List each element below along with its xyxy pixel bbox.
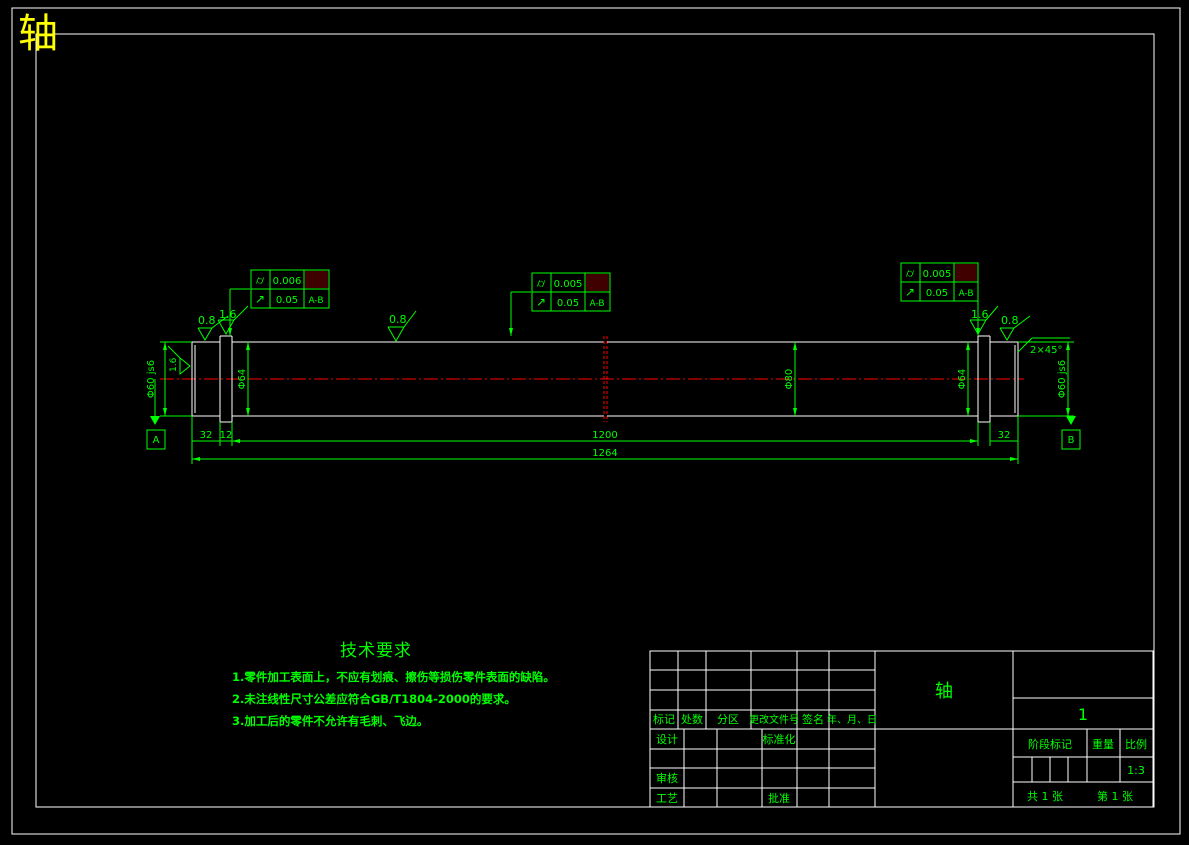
svg-text:1:3: 1:3 [1127, 764, 1145, 777]
svg-text:0.006: 0.006 [273, 276, 302, 287]
tech-req-item: 2.未注线性尺寸公差应符合GB/T1804-2000的要求。 [232, 692, 516, 706]
title-block-text: 标记 处数 分区 更改文件号 签名 年、月、日 设计 标准化 审核 工艺 批准 … [653, 712, 1147, 805]
gdt-frame-middle: ⌭ ↗ 0.005 0.05 A-B [531, 272, 611, 312]
part-name: 轴 [935, 681, 953, 702]
tech-req-item: 1.零件加工表面上，不应有划痕、擦伤等损伤零件表面的缺陷。 [232, 670, 555, 684]
svg-text:Φ60 js6: Φ60 js6 [1057, 360, 1068, 398]
svg-text:A-B: A-B [589, 299, 604, 309]
svg-text:0.05: 0.05 [557, 298, 579, 309]
svg-text:1264: 1264 [592, 448, 617, 459]
title-block [649, 650, 1154, 808]
svg-text:A: A [153, 435, 160, 446]
svg-text:阶段标记: 阶段标记 [1028, 737, 1072, 751]
datum-box-b: B [1061, 429, 1081, 450]
svg-text:Φ60 js6: Φ60 js6 [146, 360, 157, 398]
svg-text:0.005: 0.005 [923, 269, 952, 280]
datum-b-triangle [1066, 416, 1076, 425]
datum-a-triangle [150, 416, 160, 425]
svg-text:1.6: 1.6 [219, 308, 237, 321]
svg-text:0.8: 0.8 [198, 314, 216, 327]
outer-border [11, 7, 1181, 835]
tech-req-item: 3.加工后的零件不允许有毛刺、飞边。 [232, 714, 429, 728]
svg-text:签名: 签名 [802, 712, 824, 726]
runout-icon: ↗ [905, 285, 915, 299]
svg-text:1200: 1200 [592, 430, 617, 441]
page-title: 轴 [18, 11, 58, 57]
gdt-frame-left: ⌭ ↗ 0.006 0.05 A-B [250, 269, 330, 309]
svg-text:处数: 处数 [681, 713, 703, 726]
drawing-number: 1 [1078, 705, 1088, 724]
svg-text:0.8: 0.8 [389, 313, 407, 326]
svg-text:32: 32 [200, 430, 213, 441]
svg-text:12: 12 [220, 430, 233, 441]
roughness-labels: 0.8 1.6 0.8 1.6 0.8 1.6 [169, 308, 1019, 372]
svg-text:分区: 分区 [717, 713, 739, 726]
svg-text:年、月、日: 年、月、日 [827, 713, 877, 726]
svg-text:重量: 重量 [1092, 737, 1114, 751]
svg-text:1.6: 1.6 [169, 357, 179, 372]
svg-text:Φ80: Φ80 [784, 369, 795, 390]
datum-box-a: A [146, 429, 166, 450]
svg-text:0.8: 0.8 [1001, 314, 1019, 327]
svg-text:标准化: 标准化 [763, 732, 796, 746]
svg-text:批准: 批准 [768, 791, 790, 805]
runout-icon: ↗ [536, 295, 546, 309]
cad-drawing: A B ⌭ ↗ 0.006 0.05 A-B ⌭ ↗ 0.005 0.05 A-… [11, 7, 1181, 835]
svg-text:工艺: 工艺 [656, 792, 678, 805]
svg-text:A-B: A-B [958, 289, 973, 299]
svg-text:共 1 张: 共 1 张 [1027, 790, 1063, 803]
svg-text:A-B: A-B [308, 296, 323, 306]
technical-requirements: 技术要求 1.零件加工表面上，不应有划痕、擦伤等损伤零件表面的缺陷。 2.未注线… [232, 636, 555, 735]
svg-text:比例: 比例 [1125, 737, 1147, 751]
svg-text:第 1 张: 第 1 张 [1097, 789, 1133, 803]
inner-frame [35, 33, 1155, 808]
svg-text:0.05: 0.05 [926, 288, 948, 299]
svg-text:1.6: 1.6 [971, 308, 989, 321]
svg-text:审核: 审核 [656, 771, 678, 785]
svg-text:标记: 标记 [653, 712, 675, 726]
cylindricity-icon: ⌭ [537, 276, 546, 290]
svg-text:Φ64: Φ64 [957, 369, 968, 390]
drawing-sheet: A B ⌭ ↗ 0.006 0.05 A-B ⌭ ↗ 0.005 0.05 A-… [0, 0, 1189, 841]
cylindricity-icon: ⌭ [256, 273, 265, 287]
gdt-frame-right: ⌭ ↗ 0.005 0.05 A-B [900, 262, 979, 302]
svg-text:设计: 设计 [656, 733, 678, 746]
svg-text:B: B [1068, 435, 1075, 446]
svg-text:Φ64: Φ64 [237, 369, 248, 390]
svg-text:2×45°: 2×45° [1030, 345, 1062, 356]
svg-text:0.005: 0.005 [554, 279, 583, 290]
svg-text:32: 32 [998, 430, 1011, 441]
cylindricity-icon: ⌭ [906, 266, 915, 280]
svg-text:0.05: 0.05 [276, 295, 298, 306]
tech-req-heading: 技术要求 [340, 641, 412, 661]
svg-text:更改文件号: 更改文件号 [749, 713, 799, 726]
runout-icon: ↗ [255, 292, 265, 306]
